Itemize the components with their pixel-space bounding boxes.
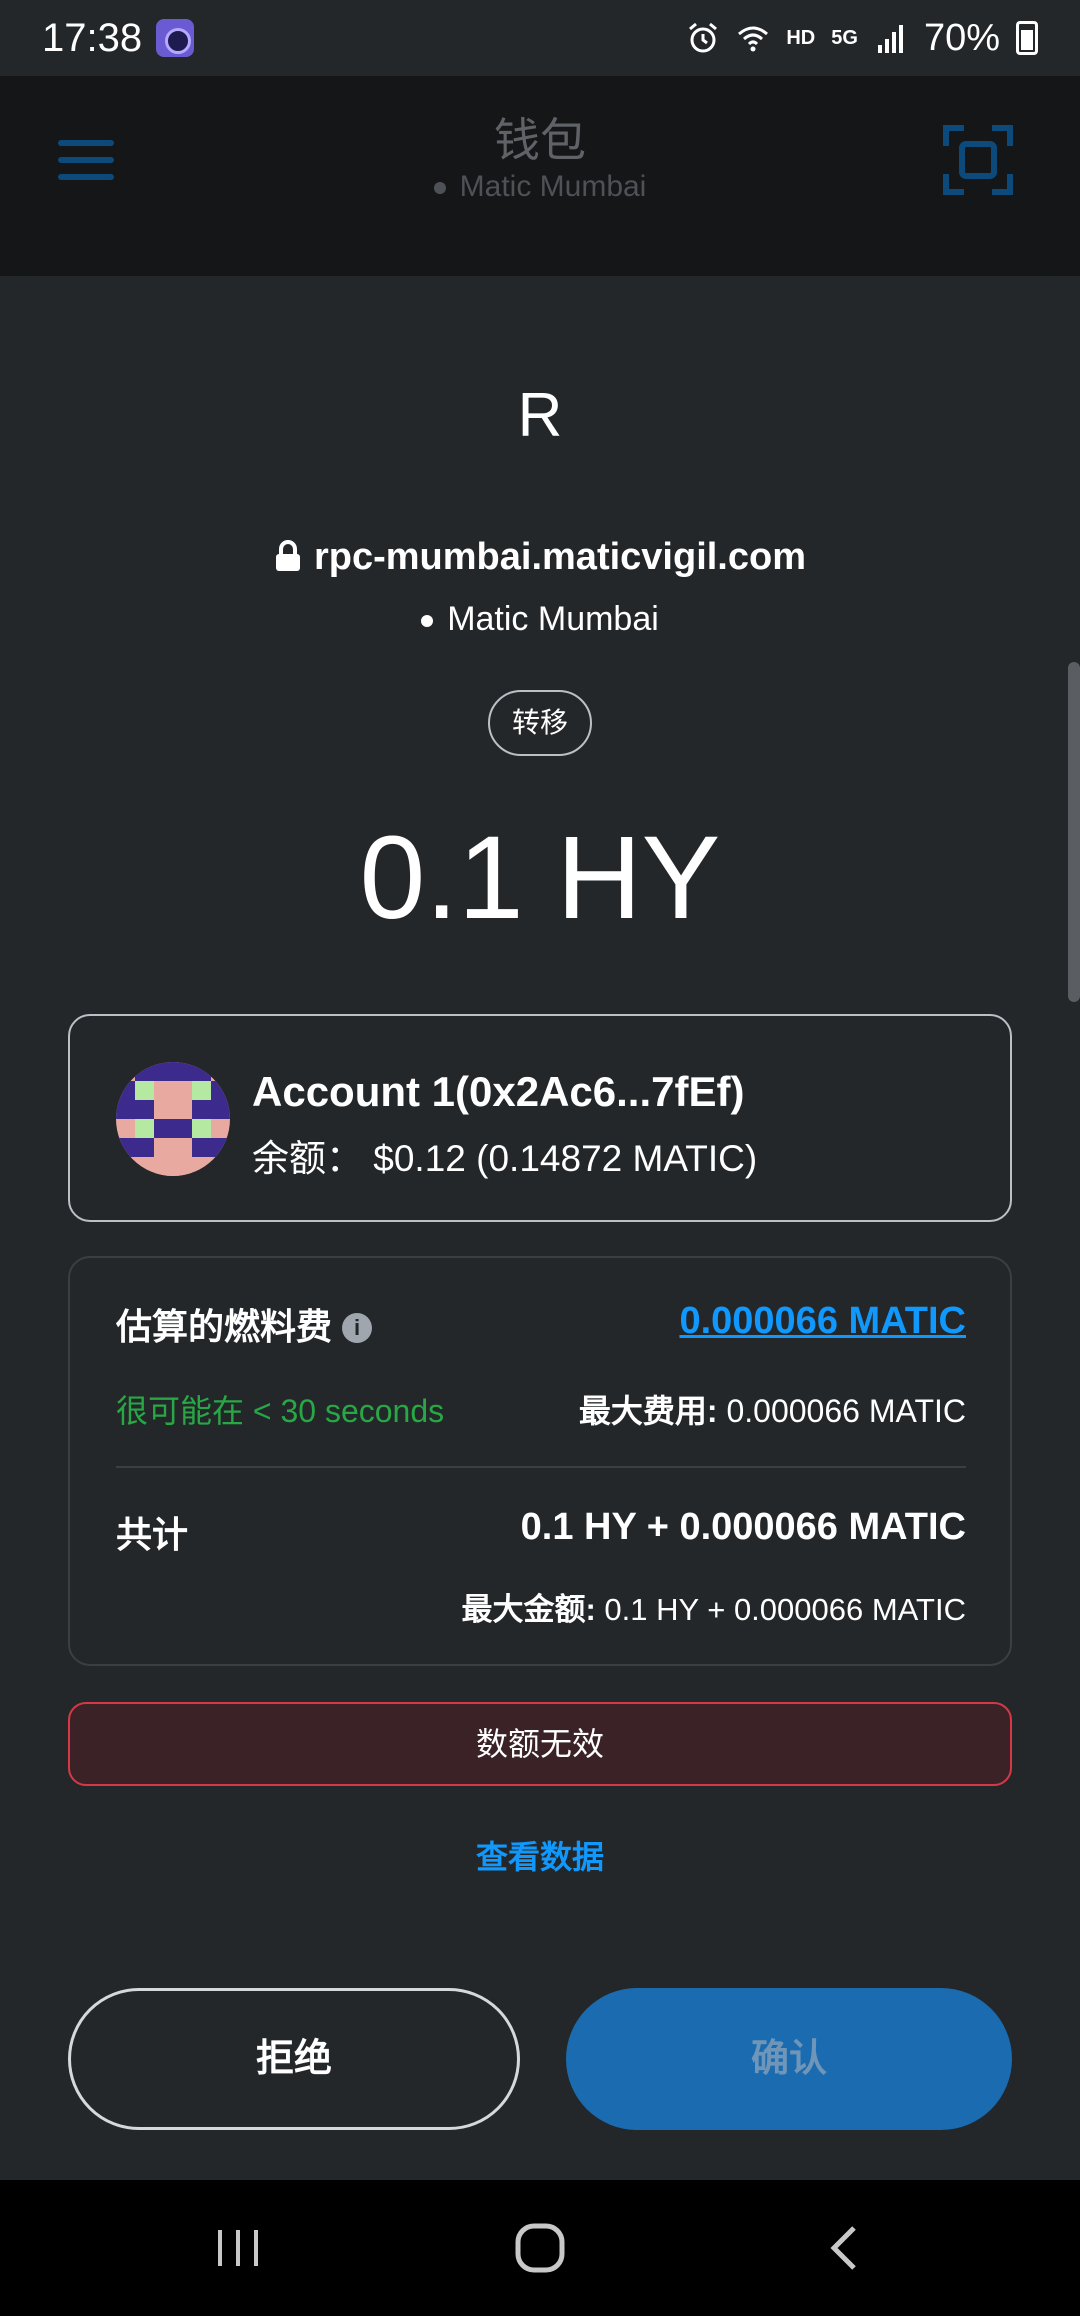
account-address: (0x2Ac6...7fEf) bbox=[455, 1068, 745, 1115]
error-banner: 数额无效 bbox=[68, 1702, 1012, 1786]
status-time: 17:38 bbox=[42, 15, 143, 60]
alarm-icon bbox=[689, 22, 718, 53]
info-icon[interactable]: i bbox=[342, 1313, 373, 1343]
app-notification-icon bbox=[156, 19, 195, 57]
fee-summary-card: 估算的燃料费 i 0.000066 MATIC 很可能在 < 30 seconds… bbox=[68, 1256, 1012, 1666]
max-fee-label: 最大费用: bbox=[578, 1393, 718, 1429]
request-network: Matic Mumbai bbox=[0, 600, 1080, 639]
account-card[interactable]: Account 1(0x2Ac6...7fEf) 余额： $0.12 (0.14… bbox=[68, 1014, 1012, 1222]
dapp-avatar-initial: R bbox=[517, 381, 563, 450]
header-network: Matic Mumbai bbox=[0, 170, 1080, 204]
account-balance: 余额： $0.12 (0.14872 MATIC) bbox=[252, 1128, 757, 1182]
system-navigation-bar bbox=[0, 2180, 1080, 2316]
max-fee: 最大费用: 0.000066 MATIC bbox=[579, 1386, 966, 1432]
estimated-fee-label: 估算的燃料费 i bbox=[116, 1298, 373, 1350]
divider bbox=[116, 1466, 966, 1468]
transaction-amount: 0.1 HY bbox=[359, 812, 721, 944]
status-indicators: HD 5G 70% bbox=[686, 17, 1038, 60]
estimated-fee-text: 估算的燃料费 bbox=[116, 1306, 333, 1347]
network-dot-icon bbox=[433, 182, 446, 195]
max-amount-label: 最大金额: bbox=[461, 1592, 596, 1627]
transaction-type-tag: 转移 bbox=[488, 690, 592, 756]
request-network-label: Matic Mumbai bbox=[447, 600, 659, 638]
network-type-label: 5G bbox=[831, 26, 858, 49]
wifi-icon bbox=[738, 26, 769, 52]
total-label: 共计 bbox=[116, 1514, 189, 1555]
max-fee-value: 0.000066 MATIC bbox=[726, 1393, 966, 1429]
max-amount: 最大金额: 0.1 HY + 0.000066 MATIC bbox=[461, 1584, 966, 1629]
total-value: 0.1 HY + 0.000066 MATIC bbox=[520, 1506, 966, 1548]
battery-percent: 70% bbox=[923, 16, 1000, 59]
screen: 17:38 HD 5G 70% 钱包 Matic Mumbai R rpc-mu… bbox=[0, 0, 1080, 2316]
signal-icon bbox=[877, 25, 903, 53]
hd-label: HD bbox=[786, 26, 816, 49]
view-data-link[interactable]: 查看数据 bbox=[0, 1832, 1080, 1878]
qr-scan-icon[interactable] bbox=[942, 124, 1014, 196]
header-network-label: Matic Mumbai bbox=[459, 170, 647, 203]
reject-button[interactable]: 拒绝 bbox=[68, 1988, 520, 2130]
origin-url: rpc-mumbai.maticvigil.com bbox=[313, 536, 806, 578]
max-amount-value: 0.1 HY + 0.000066 MATIC bbox=[604, 1592, 966, 1627]
lock-icon bbox=[275, 540, 300, 571]
account-name: Account 1(0x2Ac6...7fEf) bbox=[252, 1068, 744, 1116]
estimated-fee-link[interactable]: 0.000066 MATIC bbox=[679, 1300, 966, 1343]
request-origin: rpc-mumbai.maticvigil.com bbox=[0, 536, 1080, 579]
confirm-button[interactable]: 确认 bbox=[566, 1988, 1012, 2130]
balance-value: $0.12 (0.14872 MATIC) bbox=[373, 1138, 758, 1179]
account-identicon bbox=[116, 1062, 230, 1176]
fee-time-estimate: 很可能在 < 30 seconds bbox=[116, 1393, 445, 1429]
network-dot-icon bbox=[421, 615, 434, 628]
recent-apps-icon[interactable] bbox=[214, 2224, 262, 2272]
home-icon[interactable] bbox=[514, 2222, 566, 2274]
balance-label: 余额： bbox=[252, 1138, 363, 1179]
account-label: Account 1 bbox=[252, 1068, 456, 1115]
battery-icon bbox=[1016, 21, 1038, 55]
header-title: 钱包 bbox=[494, 114, 586, 166]
status-bar: 17:38 HD 5G 70% bbox=[0, 0, 1080, 76]
back-icon[interactable] bbox=[822, 2224, 870, 2272]
